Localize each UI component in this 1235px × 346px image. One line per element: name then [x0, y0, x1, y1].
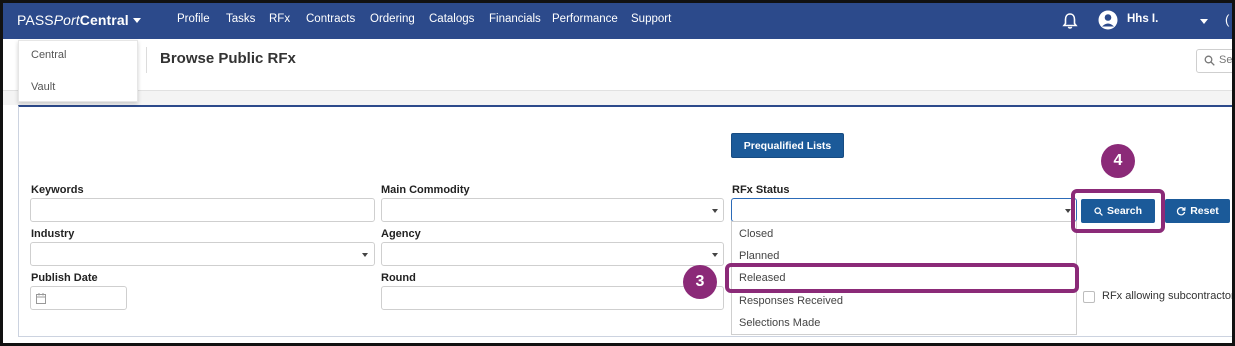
header-search-input[interactable]: Se — [1196, 49, 1233, 73]
round-label: Round — [381, 272, 416, 284]
brand-logo[interactable]: PASSPortCentral — [17, 12, 129, 28]
refresh-icon — [1177, 207, 1186, 216]
nav-extra-glyph: ( — [1225, 12, 1230, 27]
agency-select[interactable] — [381, 242, 724, 266]
nav-item-performance[interactable]: Performance — [552, 13, 618, 25]
reset-button-label: Reset — [1190, 205, 1219, 217]
nav-item-rfx[interactable]: RFx — [269, 13, 290, 25]
status-option-closed[interactable]: Closed — [739, 228, 773, 240]
user-name[interactable]: Hhs I. — [1127, 13, 1158, 25]
industry-select[interactable] — [30, 242, 375, 266]
subcontractors-checkbox[interactable] — [1083, 291, 1095, 303]
user-avatar-icon[interactable] — [1098, 10, 1118, 30]
bell-icon[interactable] — [1062, 12, 1078, 30]
reset-button[interactable]: Reset — [1165, 199, 1230, 223]
nav-item-financials[interactable]: Financials — [489, 13, 541, 25]
nav-item-catalogs[interactable]: Catalogs — [429, 13, 474, 25]
header-divider — [146, 47, 147, 73]
callout-step-4: 4 — [1101, 144, 1135, 178]
page-title: Browse Public RFx — [160, 50, 296, 67]
user-caret-icon[interactable] — [1200, 19, 1208, 24]
keywords-input[interactable] — [30, 198, 375, 222]
nav-item-ordering[interactable]: Ordering — [370, 13, 415, 25]
keywords-label: Keywords — [31, 184, 84, 196]
header-search-placeholder: Se — [1219, 54, 1233, 66]
brand-dropdown-menu: Central Vault — [18, 40, 138, 102]
prequalified-lists-button[interactable]: Prequalified Lists — [731, 133, 844, 158]
chevron-down-icon — [712, 209, 718, 213]
industry-label: Industry — [31, 228, 75, 240]
menu-item-central[interactable]: Central — [31, 49, 66, 61]
publish-date-label: Publish Date — [31, 272, 98, 284]
menu-item-vault[interactable]: Vault — [31, 81, 55, 93]
callout-step-3: 3 — [683, 265, 717, 299]
callout-highlight-released — [725, 263, 1079, 293]
content-band — [3, 91, 1232, 105]
agency-label: Agency — [381, 228, 421, 240]
status-option-planned[interactable]: Planned — [739, 250, 779, 262]
status-option-selections-made[interactable]: Selections Made — [739, 317, 820, 329]
callout-highlight-search — [1071, 189, 1165, 233]
subcontractors-checkbox-label: RFx allowing subcontractors — [1102, 290, 1235, 302]
rfx-status-label: RFx Status — [732, 184, 790, 196]
status-option-responses-received[interactable]: Responses Received — [739, 295, 843, 307]
brand-caret-icon[interactable] — [133, 18, 141, 23]
brand-part-3: Central — [79, 12, 129, 28]
rfx-status-select[interactable] — [731, 198, 1077, 222]
brand-part-2: Port — [53, 12, 80, 28]
nav-item-profile[interactable]: Profile — [177, 13, 210, 25]
nav-item-support[interactable]: Support — [631, 13, 671, 25]
search-icon — [1204, 55, 1215, 66]
brand-part-1: PASS — [17, 12, 54, 28]
nav-item-contracts[interactable]: Contracts — [306, 13, 355, 25]
chevron-down-icon — [712, 253, 718, 257]
round-input[interactable] — [381, 286, 724, 310]
top-navigation-bar: PASSPortCentral Profile Tasks RFx Contra… — [3, 3, 1232, 39]
main-commodity-label: Main Commodity — [381, 184, 470, 196]
main-commodity-select[interactable] — [381, 198, 724, 222]
publish-date-input[interactable] — [30, 286, 127, 310]
app-frame: PASSPortCentral Profile Tasks RFx Contra… — [0, 0, 1235, 346]
calendar-icon[interactable] — [36, 293, 46, 304]
nav-item-tasks[interactable]: Tasks — [226, 13, 255, 25]
chevron-down-icon — [362, 253, 368, 257]
